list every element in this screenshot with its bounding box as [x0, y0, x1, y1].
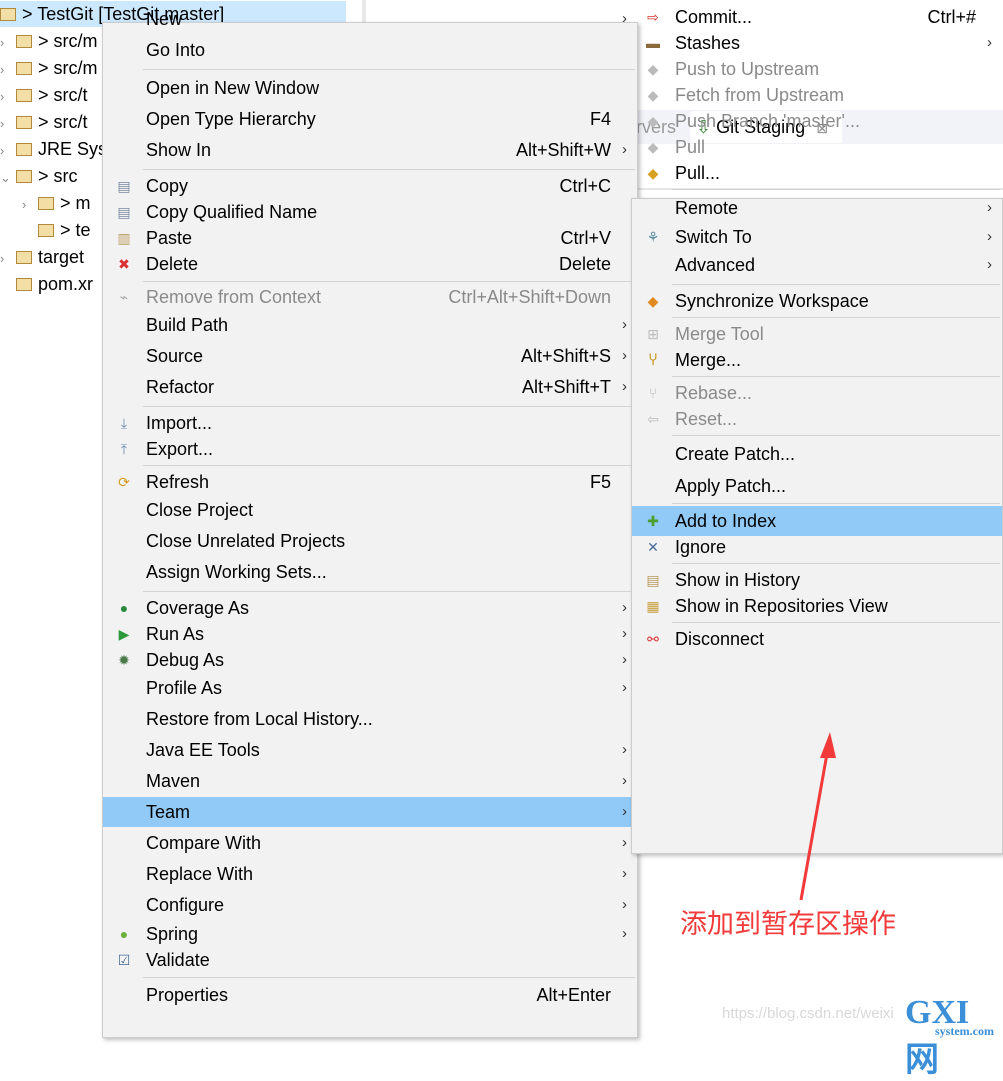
watermark-url: https://blog.csdn.net/weixi	[722, 1005, 894, 1022]
annotation-arrow	[799, 732, 836, 901]
watermark-logo: GXI网 system.com	[905, 994, 1003, 1081]
logo-sub: system.com	[935, 1024, 994, 1038]
annotation-text: 添加到暂存区操作	[680, 909, 896, 940]
